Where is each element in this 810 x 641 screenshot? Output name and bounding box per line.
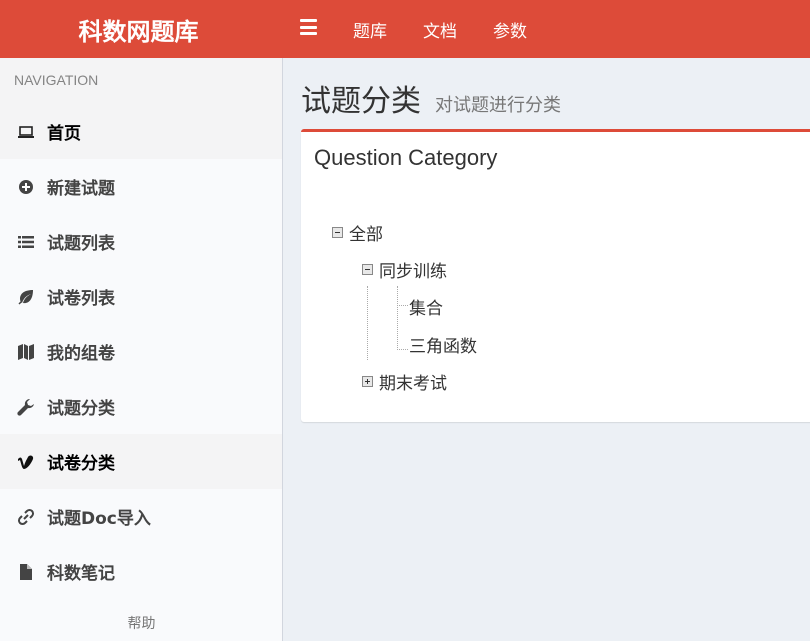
tree-node-label[interactable]: 三角函数 <box>409 332 477 357</box>
page-subtitle: 对试题进行分类 <box>435 95 561 116</box>
sidebar-item-paper-category[interactable]: 试卷分类 <box>0 434 282 489</box>
laptop-icon <box>16 122 36 142</box>
vimeo-icon <box>16 452 36 472</box>
sidebar-item-question-list[interactable]: 试题列表 <box>0 214 282 269</box>
sidebar-toggle-icon[interactable] <box>300 19 317 35</box>
tree-node-trig-functions[interactable]: 三角函数 <box>409 332 477 357</box>
sidebar-item-label: 试题列表 <box>47 234 115 254</box>
topnav-item-params[interactable]: 参数 <box>475 17 545 42</box>
collapse-icon[interactable] <box>362 264 373 275</box>
topnav-item-documents[interactable]: 文档 <box>405 17 475 42</box>
page-title: 试题分类 <box>301 84 421 119</box>
list-icon <box>16 232 36 252</box>
leaf-icon <box>16 287 36 307</box>
tree-node-label[interactable]: 期末考试 <box>379 369 447 394</box>
app-logo[interactable]: 科数网题库 <box>0 0 283 58</box>
category-box: Question Category 全部 同步训练 集合 三角函数 期末考试 <box>301 129 810 422</box>
collapse-icon[interactable] <box>332 227 343 238</box>
sidebar: NAVIGATION 首页 新建试题 试题列表 试卷列表 我的组卷 试题分类 试… <box>0 58 283 641</box>
tree-node-root[interactable]: 全部 <box>332 220 383 245</box>
sidebar-item-home[interactable]: 首页 <box>0 104 282 159</box>
sidebar-item-label: 试卷列表 <box>47 289 115 309</box>
sidebar-item-label: 首页 <box>47 124 81 144</box>
sidebar-item-notes[interactable]: 科数笔记 <box>0 544 282 599</box>
tree-node-label[interactable]: 全部 <box>349 220 383 245</box>
tree-node-label[interactable]: 集合 <box>409 294 443 319</box>
tree-connector <box>397 349 408 350</box>
file-icon <box>16 562 36 582</box>
expand-icon[interactable] <box>362 376 373 387</box>
category-tree: 全部 同步训练 集合 三角函数 期末考试 <box>301 132 810 422</box>
sidebar-item-new-question[interactable]: 新建试题 <box>0 159 282 214</box>
tree-node-label[interactable]: 同步训练 <box>379 257 447 282</box>
topnav-item-questions[interactable]: 题库 <box>335 17 405 42</box>
tree-connector <box>397 286 398 350</box>
sidebar-item-label: 试卷分类 <box>47 454 115 474</box>
link-icon <box>16 507 36 527</box>
tree-connector <box>367 286 368 360</box>
wrench-icon <box>16 397 36 417</box>
top-nav: 题库 文档 参数 <box>335 0 545 58</box>
tree-node-sync-training[interactable]: 同步训练 <box>362 257 447 282</box>
tree-connector <box>397 305 408 306</box>
sidebar-item-my-papers[interactable]: 我的组卷 <box>0 324 282 379</box>
sidebar-item-label: 试题分类 <box>47 399 115 419</box>
nav-header: NAVIGATION <box>0 58 282 104</box>
sidebar-item-label: 新建试题 <box>47 179 115 199</box>
map-icon <box>16 342 36 362</box>
sidebar-item-paper-list[interactable]: 试卷列表 <box>0 269 282 324</box>
tree-node-final-exam[interactable]: 期末考试 <box>362 369 447 394</box>
sidebar-item-label: 试题Doc导入 <box>47 509 151 529</box>
sidebar-item-question-category[interactable]: 试题分类 <box>0 379 282 434</box>
sidebar-item-label: 我的组卷 <box>47 344 115 364</box>
page-header: 试题分类 对试题进行分类 <box>301 76 561 120</box>
help-link[interactable]: 帮助 <box>0 613 283 633</box>
tree-node-set[interactable]: 集合 <box>409 294 443 319</box>
plus-circle-icon <box>16 177 36 197</box>
main-content: 试题分类 对试题进行分类 Question Category 全部 同步训练 集… <box>283 58 810 641</box>
sidebar-item-doc-import[interactable]: 试题Doc导入 <box>0 489 282 544</box>
top-bar: 科数网题库 题库 文档 参数 <box>0 0 810 58</box>
sidebar-item-label: 科数笔记 <box>47 564 115 584</box>
